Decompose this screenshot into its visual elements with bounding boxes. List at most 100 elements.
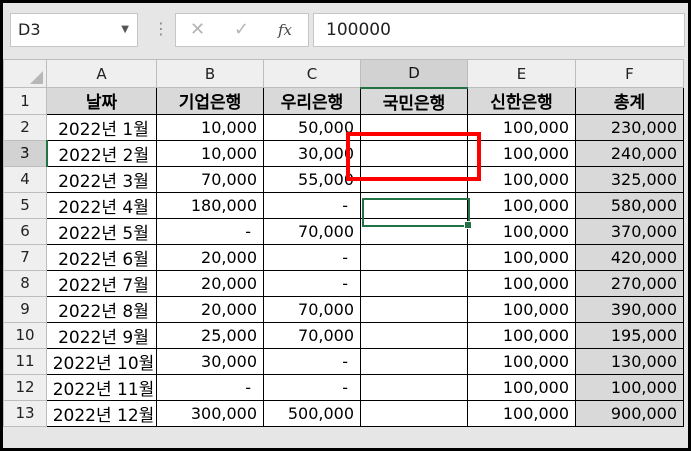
cell-e5[interactable]: 100,000 xyxy=(467,191,576,219)
cell-e8[interactable]: 100,000 xyxy=(467,269,576,297)
cancel-icon[interactable]: ✕ xyxy=(190,14,205,46)
cell-c12[interactable]: - xyxy=(263,373,361,401)
cell-e13[interactable]: 100,000 xyxy=(467,399,576,427)
header-cell-a[interactable]: 날짜 xyxy=(46,87,157,115)
column-header-e[interactable]: E xyxy=(467,59,576,88)
cell-e4[interactable]: 100,000 xyxy=(467,165,576,193)
cell-a4[interactable]: 2022년 3월 xyxy=(46,165,157,193)
cell-c6[interactable]: 70,000 xyxy=(263,217,361,245)
cell-e9[interactable]: 100,000 xyxy=(467,295,576,323)
cell-a9[interactable]: 2022년 8월 xyxy=(46,295,157,323)
row-header-5[interactable]: 5 xyxy=(3,191,47,219)
cell-b9[interactable]: 20,000 xyxy=(156,295,264,323)
cell-f9[interactable]: 390,000 xyxy=(575,295,684,323)
header-cell-e[interactable]: 신한은행 xyxy=(467,87,576,115)
formula-input[interactable]: 100000 xyxy=(313,13,685,47)
cell-b13[interactable]: 300,000 xyxy=(156,399,264,427)
cell-d3[interactable] xyxy=(360,139,468,167)
cell-f13[interactable]: 900,000 xyxy=(575,399,684,427)
row-header-11[interactable]: 11 xyxy=(3,347,47,375)
cell-c10[interactable]: 70,000 xyxy=(263,321,361,349)
column-header-f[interactable]: F xyxy=(575,59,684,88)
row-header-2[interactable]: 2 xyxy=(3,113,47,141)
cell-d13[interactable] xyxy=(360,399,468,427)
header-cell-d[interactable]: 국민은행 xyxy=(360,87,468,115)
cell-d12[interactable] xyxy=(360,373,468,401)
cell-b6[interactable]: - xyxy=(156,217,264,245)
select-all-corner[interactable] xyxy=(3,59,47,88)
cell-a6[interactable]: 2022년 5월 xyxy=(46,217,157,245)
cell-e10[interactable]: 100,000 xyxy=(467,321,576,349)
cell-c2[interactable]: 50,000 xyxy=(263,113,361,141)
cell-d4[interactable] xyxy=(360,165,468,193)
cell-d6[interactable] xyxy=(360,217,468,245)
header-cell-f[interactable]: 총계 xyxy=(575,87,684,115)
cell-a2[interactable]: 2022년 1월 xyxy=(46,113,157,141)
cell-a12[interactable]: 2022년 11월 xyxy=(46,373,157,401)
cell-d5[interactable] xyxy=(360,191,468,219)
cell-b12[interactable]: - xyxy=(156,373,264,401)
cell-b10[interactable]: 25,000 xyxy=(156,321,264,349)
cell-f5[interactable]: 580,000 xyxy=(575,191,684,219)
cell-c9[interactable]: 70,000 xyxy=(263,295,361,323)
header-cell-b[interactable]: 기업은행 xyxy=(156,87,264,115)
column-header-b[interactable]: B xyxy=(156,59,264,88)
cell-d8[interactable] xyxy=(360,269,468,297)
cell-d7[interactable] xyxy=(360,243,468,271)
cell-a8[interactable]: 2022년 7월 xyxy=(46,269,157,297)
cell-b7[interactable]: 20,000 xyxy=(156,243,264,271)
row-header-4[interactable]: 4 xyxy=(3,165,47,193)
cell-a10[interactable]: 2022년 9월 xyxy=(46,321,157,349)
cell-f6[interactable]: 370,000 xyxy=(575,217,684,245)
row-header-6[interactable]: 6 xyxy=(3,217,47,245)
cell-f11[interactable]: 130,000 xyxy=(575,347,684,375)
cell-f12[interactable]: 100,000 xyxy=(575,373,684,401)
cell-e11[interactable]: 100,000 xyxy=(467,347,576,375)
cell-f10[interactable]: 195,000 xyxy=(575,321,684,349)
cell-c4[interactable]: 55,000 xyxy=(263,165,361,193)
cell-b4[interactable]: 70,000 xyxy=(156,165,264,193)
cell-d10[interactable] xyxy=(360,321,468,349)
header-cell-c[interactable]: 우리은행 xyxy=(263,87,361,115)
cell-a11[interactable]: 2022년 10월 xyxy=(46,347,157,375)
cell-e12[interactable]: 100,000 xyxy=(467,373,576,401)
cell-b8[interactable]: 20,000 xyxy=(156,269,264,297)
insert-function-icon[interactable]: fx xyxy=(278,14,292,46)
cell-e2[interactable]: 100,000 xyxy=(467,113,576,141)
cell-c5[interactable]: - xyxy=(263,191,361,219)
cell-d9[interactable] xyxy=(360,295,468,323)
row-header-13[interactable]: 13 xyxy=(3,399,47,427)
cell-f8[interactable]: 270,000 xyxy=(575,269,684,297)
column-header-c[interactable]: C xyxy=(263,59,361,88)
cell-e6[interactable]: 100,000 xyxy=(467,217,576,245)
enter-icon[interactable]: ✓ xyxy=(234,14,249,46)
row-header-9[interactable]: 9 xyxy=(3,295,47,323)
cell-a13[interactable]: 2022년 12월 xyxy=(46,399,157,427)
cell-b3[interactable]: 10,000 xyxy=(156,139,264,167)
cell-c8[interactable]: - xyxy=(263,269,361,297)
cell-a5[interactable]: 2022년 4월 xyxy=(46,191,157,219)
cell-a7[interactable]: 2022년 6월 xyxy=(46,243,157,271)
cell-c3[interactable]: 30,000 xyxy=(263,139,361,167)
cell-f3[interactable]: 240,000 xyxy=(575,139,684,167)
cell-b11[interactable]: 30,000 xyxy=(156,347,264,375)
cell-f4[interactable]: 325,000 xyxy=(575,165,684,193)
row-header-8[interactable]: 8 xyxy=(3,269,47,297)
name-box[interactable]: D3 ▼ xyxy=(10,13,138,47)
cell-b5[interactable]: 180,000 xyxy=(156,191,264,219)
row-header-3[interactable]: 3 xyxy=(3,139,48,167)
cell-e7[interactable]: 100,000 xyxy=(467,243,576,271)
cell-a3[interactable]: 2022년 2월 xyxy=(46,139,157,167)
row-header-7[interactable]: 7 xyxy=(3,243,47,271)
chevron-down-icon[interactable]: ▼ xyxy=(121,14,129,46)
cell-f7[interactable]: 420,000 xyxy=(575,243,684,271)
cell-d11[interactable] xyxy=(360,347,468,375)
cell-c7[interactable]: - xyxy=(263,243,361,271)
cell-f2[interactable]: 230,000 xyxy=(575,113,684,141)
cell-b2[interactable]: 10,000 xyxy=(156,113,264,141)
row-header-10[interactable]: 10 xyxy=(3,321,47,349)
column-header-d[interactable]: D xyxy=(360,59,468,89)
row-header-12[interactable]: 12 xyxy=(3,373,47,401)
column-header-a[interactable]: A xyxy=(46,59,157,88)
cell-d2[interactable] xyxy=(360,113,468,141)
